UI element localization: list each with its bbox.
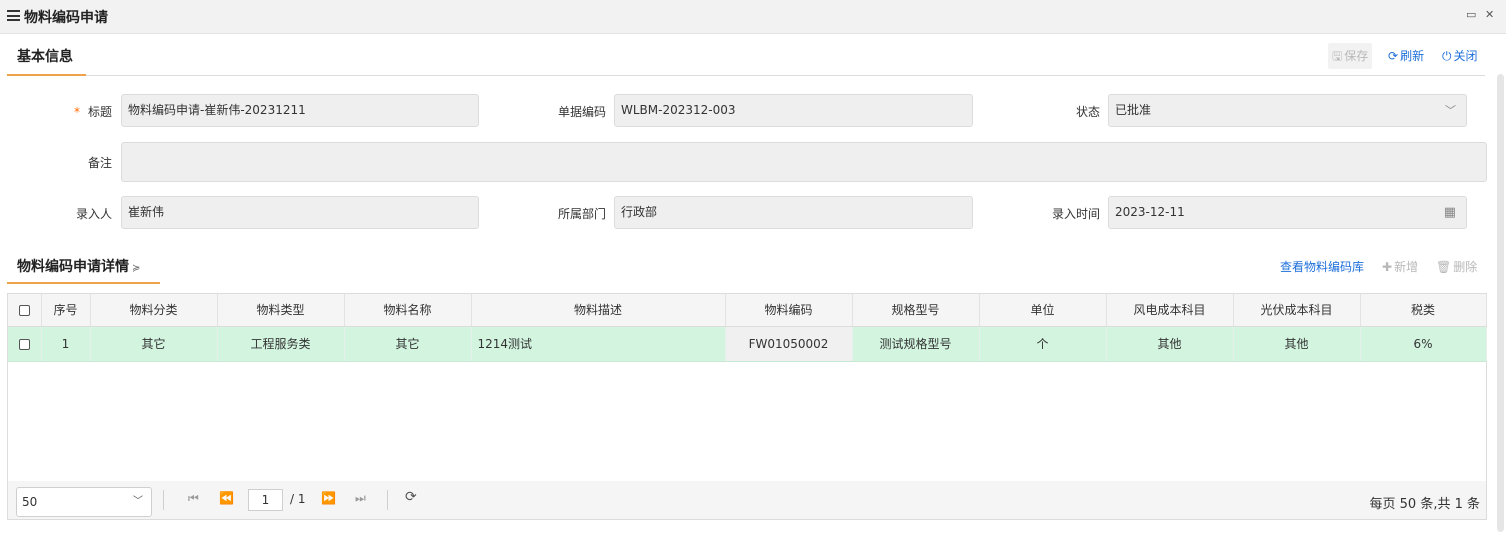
- refresh-button[interactable]: ⟳ 刷新: [1384, 43, 1428, 69]
- column-header[interactable]: 物料分类: [90, 294, 218, 327]
- first-page-icon[interactable]: ⏮: [188, 491, 199, 506]
- table-cell[interactable]: 1214测试: [471, 326, 726, 362]
- table-cell[interactable]: 测试规格型号: [852, 326, 980, 362]
- calendar-icon[interactable]: ▦: [1444, 197, 1456, 228]
- department-label: 所属部门: [557, 207, 606, 221]
- refresh-icon[interactable]: ⟳: [405, 489, 417, 505]
- details-table: 序号 物料分类 物料类型 物料名称 物料描述 物料编码 规格型号 单位 风电成本…: [8, 294, 1487, 362]
- table-cell[interactable]: 个: [979, 326, 1107, 362]
- entry-time-input[interactable]: 2023-12-11 ▦: [1108, 196, 1467, 229]
- status-value: 已批准: [1115, 103, 1152, 117]
- table-cell[interactable]: 其它: [344, 326, 472, 362]
- required-star: *: [73, 105, 80, 119]
- table-cell[interactable]: 6%: [1360, 326, 1487, 362]
- save-icon: 🖫: [1332, 49, 1343, 63]
- row-checkbox[interactable]: [8, 326, 42, 362]
- last-page-icon[interactable]: ⏭: [355, 491, 366, 506]
- doc-code-input[interactable]: WLBM-202312-003: [614, 94, 973, 127]
- prev-page-icon[interactable]: ⏪: [219, 491, 234, 505]
- table-cell[interactable]: 工程服务类: [217, 326, 345, 362]
- details-grid: 序号 物料分类 物料类型 物料名称 物料描述 物料编码 规格型号 单位 风电成本…: [7, 293, 1487, 520]
- view-library-button[interactable]: 查看物料编码库: [1276, 254, 1368, 280]
- entry-time-value: 2023-12-11: [1115, 205, 1185, 219]
- menu-icon[interactable]: [7, 10, 20, 21]
- chevron-down-icon: ﹀: [133, 496, 143, 507]
- details-title[interactable]: 物料编码申请详情 ≽: [17, 256, 140, 276]
- power-icon: ⏻: [1442, 49, 1452, 63]
- column-header[interactable]: 物料编码: [725, 294, 853, 327]
- page-number-input[interactable]: 1: [248, 489, 283, 511]
- table-row[interactable]: 1 其它 工程服务类 其它 1214测试 FW01050002 测试规格型号 个…: [8, 326, 1487, 362]
- doc-code-label: 单据编码: [557, 105, 606, 119]
- column-header[interactable]: 物料名称: [344, 294, 472, 327]
- delete-button[interactable]: 🗑 删除: [1432, 254, 1481, 280]
- basic-info-header: 基本信息 🖫 保存 ⟳ 刷新 ⏻ 关闭: [7, 40, 1485, 76]
- column-header[interactable]: 光伏成本科目: [1233, 294, 1361, 327]
- divider: [163, 490, 164, 510]
- trash-icon: 🗑: [1436, 260, 1452, 274]
- remark-textarea[interactable]: [121, 142, 1487, 182]
- page-size-value: 50: [22, 495, 38, 509]
- column-header[interactable]: 规格型号: [852, 294, 980, 327]
- close-icon[interactable]: ✕: [1485, 8, 1494, 21]
- add-button[interactable]: ✚ 新增: [1378, 254, 1422, 280]
- details-underline: [7, 282, 160, 284]
- column-header[interactable]: 单位: [979, 294, 1107, 327]
- column-header[interactable]: 序号: [41, 294, 91, 327]
- chevron-down-icon: ≽: [132, 263, 141, 274]
- table-cell[interactable]: 其它: [90, 326, 218, 362]
- divider: [387, 490, 388, 510]
- entry-time-label: 录入时间: [1051, 207, 1100, 221]
- page-size-select[interactable]: 50 ﹀: [16, 487, 152, 517]
- vertical-scrollbar[interactable]: [1497, 74, 1504, 532]
- column-header[interactable]: 物料描述: [471, 294, 726, 327]
- pagination-bar: 50 ﹀ ⏮ ⏪ 1 / 1 ⏩ ⏭ ⟳ 每页 50 条,共 1 条: [8, 481, 1486, 519]
- title-input[interactable]: 物料编码申请-崔新伟-20231211: [121, 94, 479, 127]
- close-button[interactable]: ⏻ 关闭: [1438, 43, 1482, 69]
- remark-label: 备注: [87, 156, 112, 170]
- table-cell[interactable]: 其他: [1233, 326, 1361, 362]
- department-input[interactable]: 行政部: [614, 196, 973, 229]
- save-button[interactable]: 🖫 保存: [1328, 43, 1373, 69]
- title-label: * 标题: [73, 105, 112, 119]
- page-total: / 1: [290, 492, 306, 506]
- status-label: 状态: [1075, 105, 1100, 119]
- refresh-icon: ⟳: [1388, 49, 1399, 63]
- basic-info-title: 基本信息: [17, 49, 73, 65]
- maximize-icon[interactable]: ▭: [1466, 8, 1476, 21]
- plus-icon: ✚: [1382, 260, 1393, 274]
- column-header[interactable]: 物料类型: [217, 294, 345, 327]
- table-cell[interactable]: FW01050002: [725, 326, 853, 362]
- status-select[interactable]: 已批准 ﹀: [1108, 94, 1467, 127]
- window-title: 物料编码申请: [24, 10, 108, 26]
- column-header[interactable]: 风电成本科目: [1106, 294, 1234, 327]
- table-header-row: 序号 物料分类 物料类型 物料名称 物料描述 物料编码 规格型号 单位 风电成本…: [8, 294, 1487, 327]
- section-underline: [7, 74, 86, 76]
- select-all-checkbox[interactable]: [8, 294, 42, 327]
- table-cell[interactable]: 其他: [1106, 326, 1234, 362]
- pager-summary: 每页 50 条,共 1 条: [1369, 497, 1480, 512]
- chevron-down-icon: ﹀: [1445, 104, 1456, 117]
- entered-by-input[interactable]: 崔新伟: [121, 196, 479, 229]
- window-titlebar: 物料编码申请 ▭ ✕: [0, 0, 1506, 34]
- entered-by-label: 录入人: [75, 207, 112, 221]
- table-cell[interactable]: 1: [41, 326, 91, 362]
- column-header[interactable]: 税类: [1360, 294, 1487, 327]
- next-page-icon[interactable]: ⏩: [321, 491, 336, 505]
